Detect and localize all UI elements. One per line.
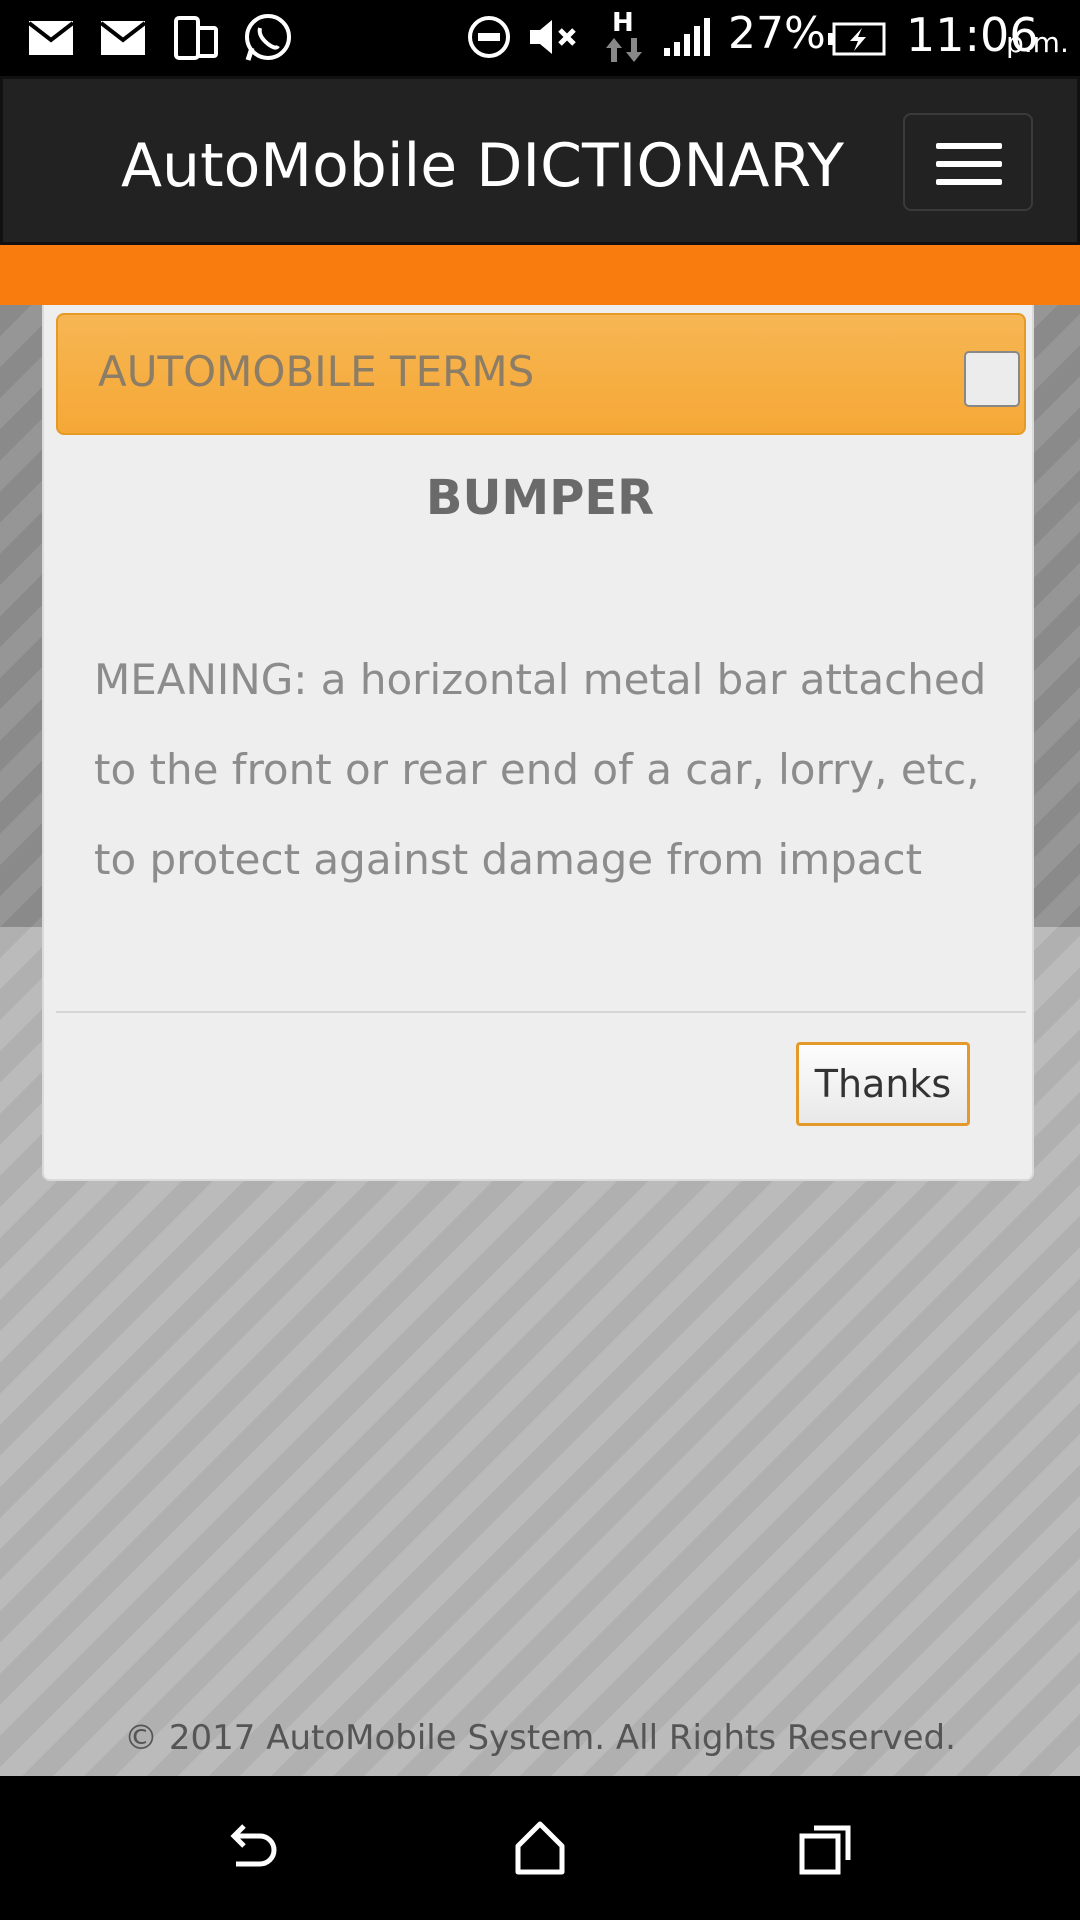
term-meaning: MEANING: a horizontal metal bar attached… [94, 655, 987, 884]
clock-ampm: p.m. [1006, 26, 1069, 59]
accent-strip [0, 245, 1080, 305]
back-icon[interactable] [222, 1818, 282, 1878]
phone-sync-icon [174, 16, 218, 60]
data-arrows-icon [606, 38, 642, 62]
network-type-label: H [612, 8, 634, 38]
navigation-bar [0, 1776, 1080, 1920]
menu-button[interactable] [903, 113, 1033, 211]
signal-icon [664, 18, 710, 56]
app-title: AutoMobile DICTIONARY [121, 131, 844, 201]
mail-icon [28, 21, 74, 55]
dialog-title: AUTOMOBILE TERMS [98, 347, 535, 396]
mail-icon [100, 21, 146, 55]
dialog-divider [56, 1011, 1026, 1013]
dnd-icon [468, 16, 510, 58]
footer-copyright: © 2017 AutoMobile System. All Rights Res… [124, 1718, 956, 1758]
battery-percent: 27% [728, 8, 826, 59]
thanks-button[interactable]: Thanks [796, 1042, 970, 1126]
dialog-header: AUTOMOBILE TERMS [56, 313, 1026, 435]
term-dialog: AUTOMOBILE TERMS BUMPER MEANING: a horiz… [42, 305, 1034, 1181]
status-bar: H 27% 11:06 p.m. [0, 0, 1080, 76]
close-button[interactable] [964, 351, 1020, 407]
recents-icon[interactable] [796, 1818, 856, 1878]
whatsapp-icon [245, 14, 291, 61]
mute-icon [530, 20, 576, 54]
home-icon[interactable] [510, 1818, 570, 1878]
app-header: AutoMobile DICTIONARY [0, 76, 1080, 245]
hamburger-menu-icon [936, 143, 1002, 149]
term-title: BUMPER [425, 470, 655, 526]
battery-charging-icon [828, 22, 886, 56]
